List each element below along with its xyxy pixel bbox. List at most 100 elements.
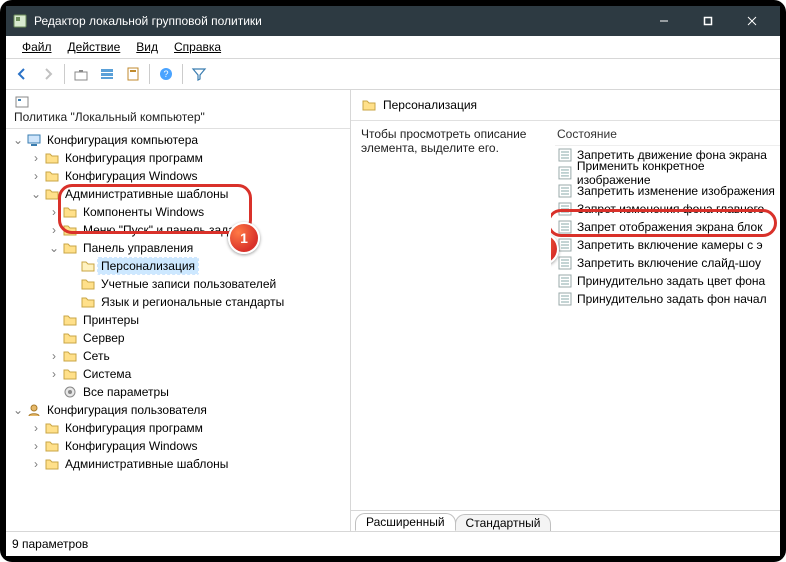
folder-icon <box>44 150 60 166</box>
policy-setting-icon <box>557 237 573 253</box>
list-item-label: Запретить включение слайд-шоу <box>577 256 761 270</box>
tree-item-conf-windows[interactable]: ›Конфигурация Windows <box>30 167 350 185</box>
column-header-state[interactable]: Состояние <box>555 123 780 145</box>
tree-item-computer-config[interactable]: ⌄ Конфигурация компьютера <box>12 131 350 149</box>
policy-setting-icon <box>557 255 573 271</box>
tree-item-user-config[interactable]: ⌄Конфигурация пользователя <box>12 401 350 419</box>
tree-item-conf-programs[interactable]: ›Конфигурация программ <box>30 149 350 167</box>
list-item[interactable]: Запрет отображения экрана блок <box>555 218 780 236</box>
breadcrumb: Политика "Локальный компьютер" <box>6 90 350 129</box>
statusbar: 9 параметров <box>6 531 780 556</box>
tree-item-start-menu[interactable]: ›Меню "Пуск" и панель задач <box>48 221 350 239</box>
tree-pane: Политика "Локальный компьютер" ⌄ Конфигу… <box>6 90 351 531</box>
tree-item-user-conf-windows[interactable]: ›Конфигурация Windows <box>30 437 350 455</box>
list-item[interactable]: Принудительно задать цвет фона <box>555 272 780 290</box>
chevron-down-icon[interactable]: ⌄ <box>30 188 42 200</box>
tree-view[interactable]: ⌄ Конфигурация компьютера ›Конфигурация … <box>6 129 350 531</box>
folder-icon <box>361 97 377 113</box>
tree-item-network[interactable]: ›Сеть <box>48 347 350 365</box>
titlebar: Редактор локальной групповой политики <box>6 6 780 36</box>
chevron-right-icon[interactable]: › <box>48 224 60 236</box>
nav-back-button[interactable] <box>10 63 34 85</box>
nav-forward-button[interactable] <box>36 63 60 85</box>
folder-icon <box>44 420 60 436</box>
chevron-right-icon[interactable]: › <box>48 350 60 362</box>
folder-open-icon <box>80 258 96 274</box>
filter-button[interactable] <box>187 63 211 85</box>
tree-item-system[interactable]: ›Система <box>48 365 350 383</box>
folder-icon <box>44 186 60 202</box>
description-column: Чтобы просмотреть описание элемента, выд… <box>351 120 551 510</box>
menu-action[interactable]: Действие <box>62 39 127 55</box>
chevron-right-icon[interactable]: › <box>30 152 42 164</box>
settings-list[interactable]: Состояние Запретить движение фона экрана… <box>551 120 780 510</box>
app-icon <box>12 13 28 29</box>
chevron-down-icon[interactable]: ⌄ <box>12 404 24 416</box>
tree-item-personalization[interactable]: ›Персонализация <box>66 257 350 275</box>
tree-item-control-panel[interactable]: ⌄Панель управления <box>48 239 350 257</box>
folder-icon <box>62 348 78 364</box>
chevron-right-icon[interactable]: › <box>30 422 42 434</box>
app-window: Редактор локальной групповой политики Фа… <box>6 6 780 556</box>
tree-item-lang-regional[interactable]: ›Язык и региональные стандарты <box>66 293 350 311</box>
folder-icon <box>44 438 60 454</box>
user-icon <box>26 402 42 418</box>
chevron-right-icon[interactable]: › <box>30 440 42 452</box>
content-area: Политика "Локальный компьютер" ⌄ Конфигу… <box>6 90 780 531</box>
folder-icon <box>62 204 78 220</box>
policy-setting-icon <box>557 201 573 217</box>
tree-item-user-conf-programs[interactable]: ›Конфигурация программ <box>30 419 350 437</box>
window-title: Редактор локальной групповой политики <box>34 14 636 28</box>
tree-item-user-admin-templates[interactable]: ›Административные шаблоны <box>30 455 350 473</box>
list-item-label: Принудительно задать цвет фона <box>577 274 765 288</box>
tree-item-admin-templates[interactable]: ⌄Административные шаблоны <box>30 185 350 203</box>
details-heading: Персонализация <box>383 98 477 112</box>
tab-extended[interactable]: Расширенный <box>355 513 456 531</box>
up-button[interactable] <box>69 63 93 85</box>
tree-item-all-params[interactable]: ›Все параметры <box>48 383 350 401</box>
annotation-badge-1: 1 <box>228 222 260 254</box>
tree-item-components-windows[interactable]: ›Компоненты Windows <box>48 203 350 221</box>
chevron-right-icon[interactable]: › <box>30 458 42 470</box>
view-tabs: Расширенный Стандартный <box>351 510 780 531</box>
chevron-right-icon[interactable]: › <box>30 170 42 182</box>
tree-item-user-accounts[interactable]: ›Учетные записи пользователей <box>66 275 350 293</box>
properties-button[interactable] <box>121 63 145 85</box>
svg-text:?: ? <box>163 69 168 79</box>
details-header: Персонализация <box>351 90 780 120</box>
tab-standard[interactable]: Стандартный <box>455 514 552 531</box>
policy-setting-icon <box>557 273 573 289</box>
maximize-button[interactable] <box>686 6 730 36</box>
tree-item-server[interactable]: ›Сервер <box>48 329 350 347</box>
list-item[interactable]: Запретить изменение изображения <box>555 182 780 200</box>
list-item[interactable]: Принудительно задать фон начал <box>555 290 780 308</box>
list-item[interactable]: Запретить включение слайд-шоу <box>555 254 780 272</box>
chevron-down-icon[interactable]: ⌄ <box>48 242 60 254</box>
chevron-right-icon[interactable]: › <box>48 368 60 380</box>
settings-icon <box>62 384 78 400</box>
policy-setting-icon <box>557 219 573 235</box>
help-button[interactable]: ? <box>154 63 178 85</box>
folder-icon <box>44 168 60 184</box>
tree-item-printers[interactable]: ›Принтеры <box>48 311 350 329</box>
chevron-down-icon[interactable]: ⌄ <box>12 134 24 146</box>
menu-help[interactable]: Справка <box>168 39 227 55</box>
close-button[interactable] <box>730 6 774 36</box>
toolbar: ? <box>6 59 780 90</box>
menu-view[interactable]: Вид <box>130 39 164 55</box>
list-item-label: Запретить изменение изображения <box>577 184 775 198</box>
policy-setting-icon <box>557 291 573 307</box>
policy-setting-icon <box>557 183 573 199</box>
list-item-label: Принудительно задать фон начал <box>577 292 767 306</box>
list-item-label: Запрет изменения фона главного <box>577 202 764 216</box>
list-item[interactable]: Применить конкретное изображение <box>555 164 780 182</box>
policy-setting-icon <box>557 165 573 181</box>
list-item[interactable]: Запрет изменения фона главного <box>555 200 780 218</box>
list-view-button[interactable] <box>95 63 119 85</box>
list-item[interactable]: Запретить включение камеры с э <box>555 236 780 254</box>
chevron-right-icon[interactable]: › <box>48 206 60 218</box>
menu-file[interactable]: Файл <box>16 39 58 55</box>
computer-icon <box>26 132 42 148</box>
minimize-button[interactable] <box>642 6 686 36</box>
folder-icon <box>62 222 78 238</box>
